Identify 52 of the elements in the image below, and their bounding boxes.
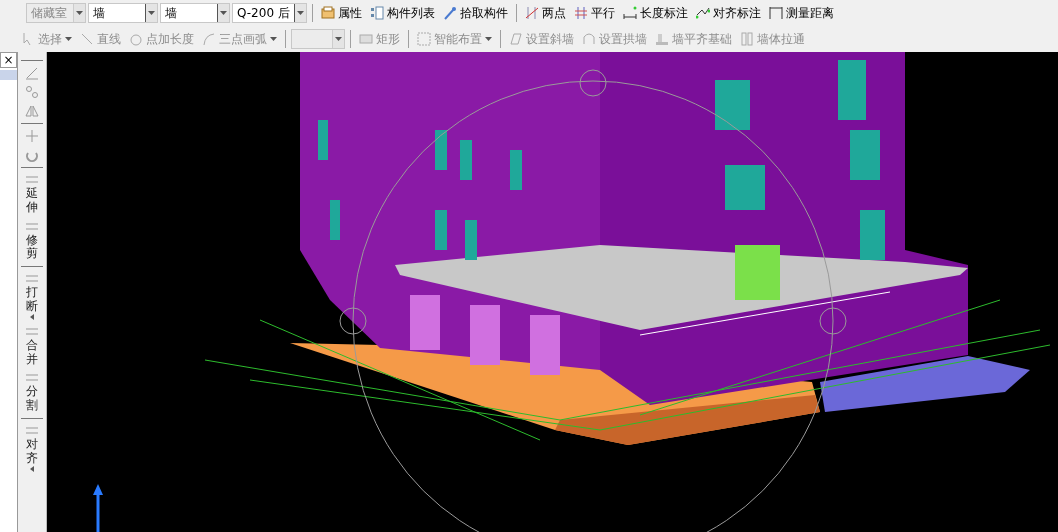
dimension-icon bbox=[622, 6, 637, 20]
toolbar-button[interactable] bbox=[25, 85, 39, 99]
toolbar-button[interactable]: 测量距离 bbox=[765, 2, 837, 24]
move-icon bbox=[25, 129, 39, 143]
circles-icon bbox=[25, 85, 39, 99]
toolbar-button[interactable]: 对齐 bbox=[25, 423, 39, 472]
toolbar-button[interactable] bbox=[25, 129, 39, 143]
columns-icon bbox=[740, 32, 754, 46]
line-icon bbox=[80, 32, 94, 46]
toolbar-button[interactable]: 拾取构件 bbox=[439, 2, 511, 24]
toolbar-button[interactable]: 长度标注 bbox=[619, 2, 691, 24]
axis-arrow bbox=[93, 484, 103, 532]
panel-row bbox=[0, 70, 17, 80]
3d-viewport[interactable] bbox=[47, 52, 1058, 532]
toolbar-button[interactable]: 对齐标注 bbox=[692, 2, 764, 24]
arch-icon bbox=[582, 32, 596, 46]
close-button[interactable]: × bbox=[0, 52, 17, 68]
grid-line-icon bbox=[524, 6, 539, 20]
toolbar-button[interactable]: 合并 bbox=[25, 324, 39, 367]
orbit-circle[interactable] bbox=[339, 69, 847, 532]
toolbar-button[interactable]: 修剪 bbox=[25, 219, 39, 262]
dotted-square-icon bbox=[417, 32, 431, 46]
rectangle-icon bbox=[359, 32, 373, 46]
pencil-icon bbox=[25, 66, 39, 80]
toolbar-button[interactable]: 分割 bbox=[25, 371, 39, 413]
toolbar-button[interactable] bbox=[25, 104, 39, 118]
arc-icon bbox=[202, 32, 216, 46]
angled-dimension-icon bbox=[695, 6, 710, 20]
parallel-line-icon bbox=[573, 6, 588, 20]
slanted-wall-icon bbox=[509, 32, 523, 46]
eyedropper-icon bbox=[442, 6, 457, 20]
caret-icon bbox=[148, 11, 155, 15]
toolbar-button[interactable]: 两点 bbox=[521, 2, 569, 24]
caret-icon bbox=[76, 11, 83, 15]
dropdown-field[interactable]: 墙 bbox=[160, 3, 230, 23]
toolbar-button[interactable]: 延伸 bbox=[25, 173, 39, 215]
toolbar-button[interactable]: 打断 bbox=[25, 272, 39, 320]
caret-icon bbox=[335, 37, 342, 41]
toolbar-button[interactable]: 属性 bbox=[317, 2, 365, 24]
foundation-icon bbox=[655, 32, 669, 46]
list-icon bbox=[369, 6, 384, 20]
dropdown-field[interactable]: 墙 bbox=[88, 3, 158, 23]
dropdown-field[interactable]: Q-200 后 bbox=[232, 3, 307, 23]
toolbar-button[interactable]: 构件列表 bbox=[366, 2, 438, 24]
folder-icon bbox=[320, 6, 335, 20]
mirror-icon bbox=[25, 104, 39, 118]
caret-icon bbox=[220, 11, 227, 15]
toolbar-button[interactable] bbox=[25, 66, 39, 80]
measure-icon bbox=[768, 6, 783, 20]
dropdown-field: 储藏室 bbox=[26, 3, 86, 23]
caret-icon bbox=[296, 11, 304, 15]
toolbar-button[interactable]: 平行 bbox=[570, 2, 618, 24]
